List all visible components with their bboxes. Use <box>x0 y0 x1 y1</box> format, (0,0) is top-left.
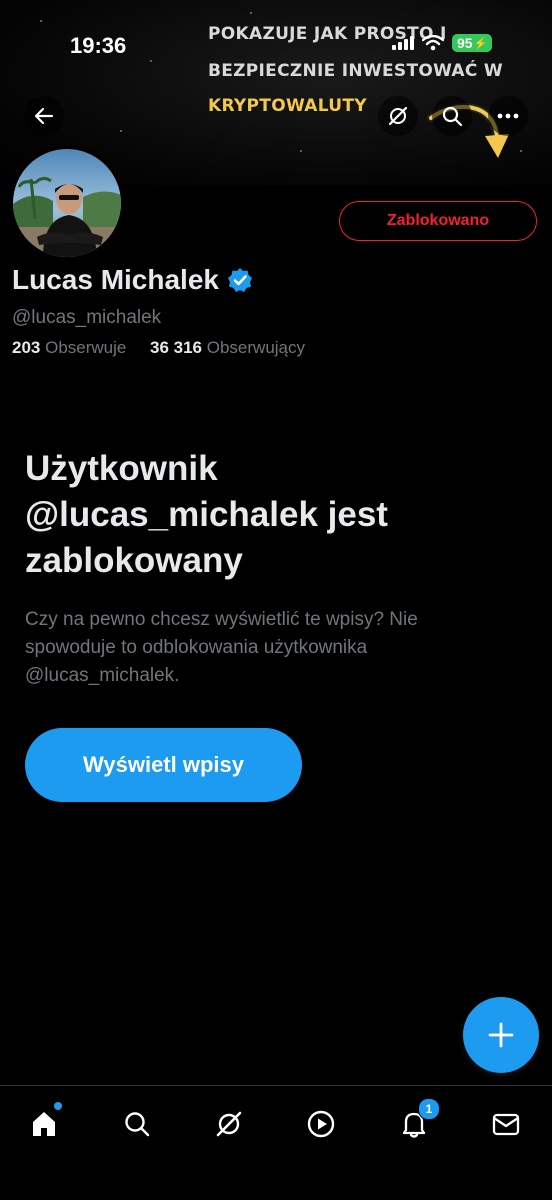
banner-text-line2: BEZPIECZNIE INWESTOWAĆ W <box>208 61 503 81</box>
compose-button[interactable] <box>463 997 539 1073</box>
more-icon <box>497 113 519 119</box>
nav-video[interactable] <box>301 1104 341 1144</box>
profile-name-row: Lucas Michalek <box>12 264 253 296</box>
blocked-desc-line1: Czy na pewno chcesz wyświetlić te wpisy?… <box>25 609 418 630</box>
search-icon <box>442 106 463 127</box>
notifications-badge: 1 <box>418 1098 440 1120</box>
mail-icon <box>492 1113 520 1136</box>
followers-count: 36 316 <box>150 338 203 357</box>
followers-label: Obserwujący <box>206 338 306 357</box>
followers-link[interactable]: 36 316 Obserwujący <box>150 338 305 357</box>
plus-icon <box>488 1022 514 1048</box>
blocked-title-line2: @lucas_michalek jest <box>25 495 388 534</box>
following-link[interactable]: 203 Obserwuje <box>12 338 131 357</box>
follow-stats: 203 Obserwuje 36 316 Obserwujący <box>12 338 305 358</box>
video-icon <box>307 1110 335 1138</box>
nav-grok[interactable] <box>209 1104 249 1144</box>
banner-text-line3: KRYPTOWALUTY <box>208 96 367 116</box>
blocked-title: Użytkownik @lucas_michalek jest zablokow… <box>25 446 525 584</box>
blocked-title-line3: zablokowany <box>25 541 243 580</box>
status-time: 19:36 <box>70 33 127 58</box>
blocked-desc-line2: spowoduje to odblokowania użytkownika <box>25 637 368 658</box>
wifi-icon <box>422 35 444 51</box>
nav-home[interactable] <box>24 1102 64 1144</box>
following-label: Obserwuje <box>45 338 127 357</box>
nav-messages[interactable] <box>486 1104 526 1144</box>
status-icons: 95 ⚡ <box>392 34 493 52</box>
arrow-left-icon <box>34 107 54 125</box>
blocked-desc-line3: @lucas_michalek. <box>25 665 180 686</box>
signal-icon <box>392 36 414 50</box>
back-button[interactable] <box>24 96 64 136</box>
blocked-button[interactable]: Zablokowano <box>339 201 537 241</box>
charging-icon: ⚡ <box>473 37 488 50</box>
profile-handle: @lucas_michalek <box>12 307 162 328</box>
grok-button[interactable] <box>378 96 418 136</box>
avatar[interactable] <box>10 146 124 260</box>
show-posts-button[interactable]: Wyświetl wpisy <box>25 728 302 802</box>
nav-notifications[interactable]: 1 <box>394 1098 440 1144</box>
battery-level: 95 <box>457 35 473 51</box>
blocked-title-line1: Użytkownik <box>25 449 218 488</box>
blocked-description: Czy na pewno chcesz wyświetlić te wpisy?… <box>25 606 525 690</box>
bottom-nav: 1 <box>0 1085 552 1200</box>
nav-search[interactable] <box>117 1104 157 1144</box>
verified-badge-icon[interactable] <box>227 267 253 293</box>
avatar-photo <box>13 149 121 257</box>
more-options-button[interactable] <box>488 96 528 136</box>
home-badge-dot <box>54 1102 62 1110</box>
search-icon <box>125 1112 150 1137</box>
following-count: 203 <box>12 338 41 357</box>
grok-icon <box>388 106 408 126</box>
profile-name: Lucas Michalek <box>12 264 219 295</box>
grok-icon <box>216 1111 242 1137</box>
search-button[interactable] <box>432 96 472 136</box>
battery-indicator: 95 ⚡ <box>452 34 493 52</box>
home-icon <box>33 1112 55 1136</box>
